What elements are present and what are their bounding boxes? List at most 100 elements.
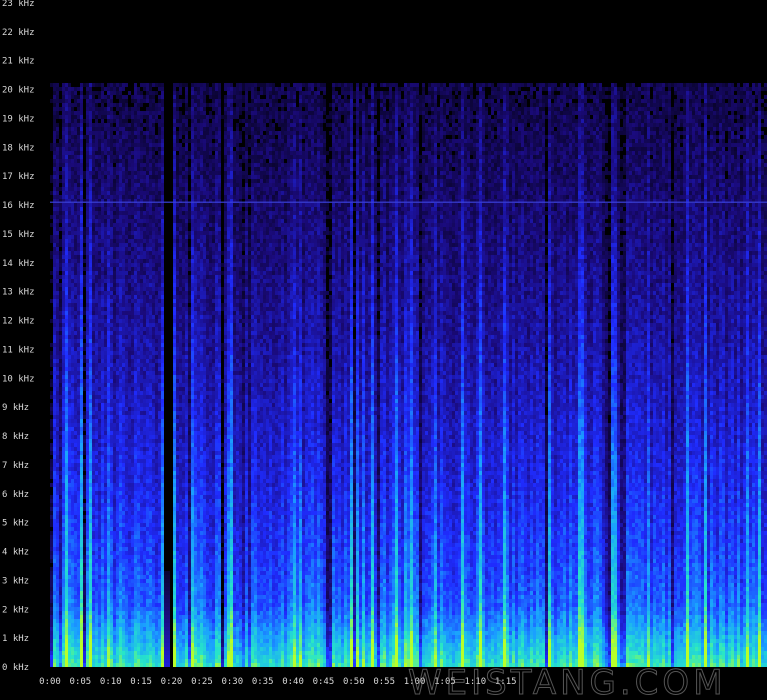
heat-cell [68,467,71,471]
heat-cell [113,283,116,287]
heat-cell [110,287,113,291]
heat-cell [149,83,152,87]
heat-cell [59,427,62,431]
heat-cell [98,179,101,183]
heat-cell [92,227,95,231]
heat-cell [134,539,137,543]
heat-cell [68,423,71,427]
heat-cell [149,343,152,347]
heat-cell [68,167,71,171]
heat-cell [62,151,65,155]
heat-cell [122,423,125,427]
heat-cell [101,391,104,395]
heat-cell [137,299,140,303]
heat-cell [107,563,110,567]
heat-cell [59,483,62,487]
heat-cell [53,271,56,275]
heat-cell [113,559,116,563]
heat-cell [128,315,131,319]
heat-cell [50,83,53,87]
heat-cell [149,371,152,375]
heat-cell [107,179,110,183]
heat-cell [131,263,134,267]
heat-cell [143,223,146,227]
heat-cell [143,483,146,487]
heat-cell [98,575,101,579]
heat-cell [62,391,65,395]
heat-cell [146,479,149,483]
heat-cell [86,87,89,91]
heat-cell [119,279,122,283]
heat-cell [68,451,71,455]
heat-cell [65,87,68,91]
heat-cell [95,439,98,443]
heat-cell [134,355,137,359]
heat-cell [116,663,119,667]
heat-cell [125,171,128,175]
heat-cell [56,639,59,643]
heat-cell [98,467,101,471]
heat-cell [143,123,146,127]
heat-cell [143,559,146,563]
heat-cell [155,287,158,291]
heat-cell [74,175,77,179]
heat-cell [71,331,74,335]
heat-cell [56,127,59,131]
heat-cell [113,275,116,279]
heat-cell [149,427,152,431]
heat-cell [86,343,89,347]
heat-cell [131,447,134,451]
heat-cell [122,367,125,371]
heat-cell [56,631,59,635]
heat-cell [104,383,107,387]
heat-cell [149,299,152,303]
heat-cell [149,331,152,335]
heat-cell [101,339,104,343]
heat-cell [65,447,68,451]
heat-cell [143,507,146,511]
heat-cell [86,647,89,651]
heat-cell [77,623,80,627]
heat-cell [86,495,89,499]
heat-cell [71,159,74,163]
heat-cell [116,567,119,571]
heat-cell [125,563,128,567]
heat-cell [68,407,71,411]
heat-cell [140,599,143,603]
heat-cell [134,227,137,231]
heat-cell [134,515,137,519]
heat-cell [50,607,53,611]
heat-cell [62,463,65,467]
heat-cell [152,179,155,183]
heat-cell [62,611,65,615]
heat-cell [104,151,107,155]
heat-cell [116,579,119,583]
heat-cell [92,283,95,287]
heat-cell [71,407,74,411]
heat-cell [152,91,155,95]
heat-cell [137,235,140,239]
heat-cell [113,375,116,379]
heat-cell [125,435,128,439]
heat-cell [149,175,152,179]
heat-cell [110,259,113,263]
heat-cell [89,651,92,655]
heat-cell [74,635,77,639]
heat-cell [140,99,143,103]
heat-cell [68,171,71,175]
heat-cell [83,251,86,255]
heat-cell [107,311,110,315]
heat-cell [143,267,146,271]
heat-cell [65,247,68,251]
heat-cell [155,275,158,279]
heat-cell [137,451,140,455]
heat-cell [143,535,146,539]
heat-cell [128,627,131,631]
heat-cell [74,263,77,267]
heat-cell [50,475,53,479]
heat-cell [56,603,59,607]
heat-cell [68,459,71,463]
heat-cell [107,443,110,447]
heat-cell [131,487,134,491]
heat-cell [53,595,56,599]
